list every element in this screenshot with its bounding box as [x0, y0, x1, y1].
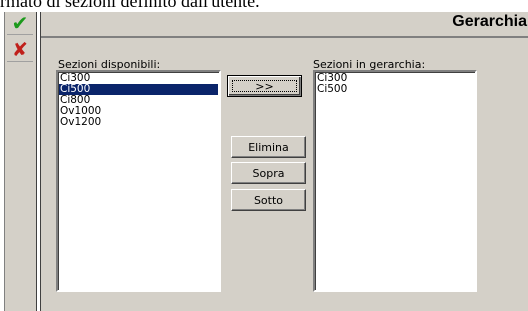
hierarchy-panel: Gerarchia Sezioni disponibili: Ci300 Ci50…: [40, 12, 528, 311]
available-list-item[interactable]: Ov1200: [59, 117, 218, 128]
add-to-hierarchy-button[interactable]: >>: [227, 75, 302, 97]
move-up-button-label: Sopra: [252, 166, 285, 180]
check-icon[interactable]: ✔: [7, 11, 33, 35]
move-down-button-label: Sotto: [253, 193, 284, 207]
panel-title: Gerarchia: [452, 13, 527, 30]
panel-header: Gerarchia: [41, 12, 528, 38]
delete-button-label: Elimina: [248, 140, 289, 154]
toolbar-separator: [36, 12, 37, 311]
hierarchy-list-item[interactable]: Ci500: [316, 84, 474, 95]
move-down-button[interactable]: Sotto: [231, 189, 306, 211]
delete-button[interactable]: Elimina: [231, 136, 306, 158]
x-icon[interactable]: ✘: [7, 39, 33, 62]
side-toolbar: ✔ ✘: [4, 11, 37, 311]
hierarchy-sections-list[interactable]: Ci300 Ci500: [313, 70, 477, 292]
add-button-label: >>: [255, 79, 274, 93]
available-sections-list[interactable]: Ci300 Ci500 Ci800 Ov1000 Ov1200: [56, 70, 221, 292]
move-up-button[interactable]: Sopra: [231, 162, 306, 184]
